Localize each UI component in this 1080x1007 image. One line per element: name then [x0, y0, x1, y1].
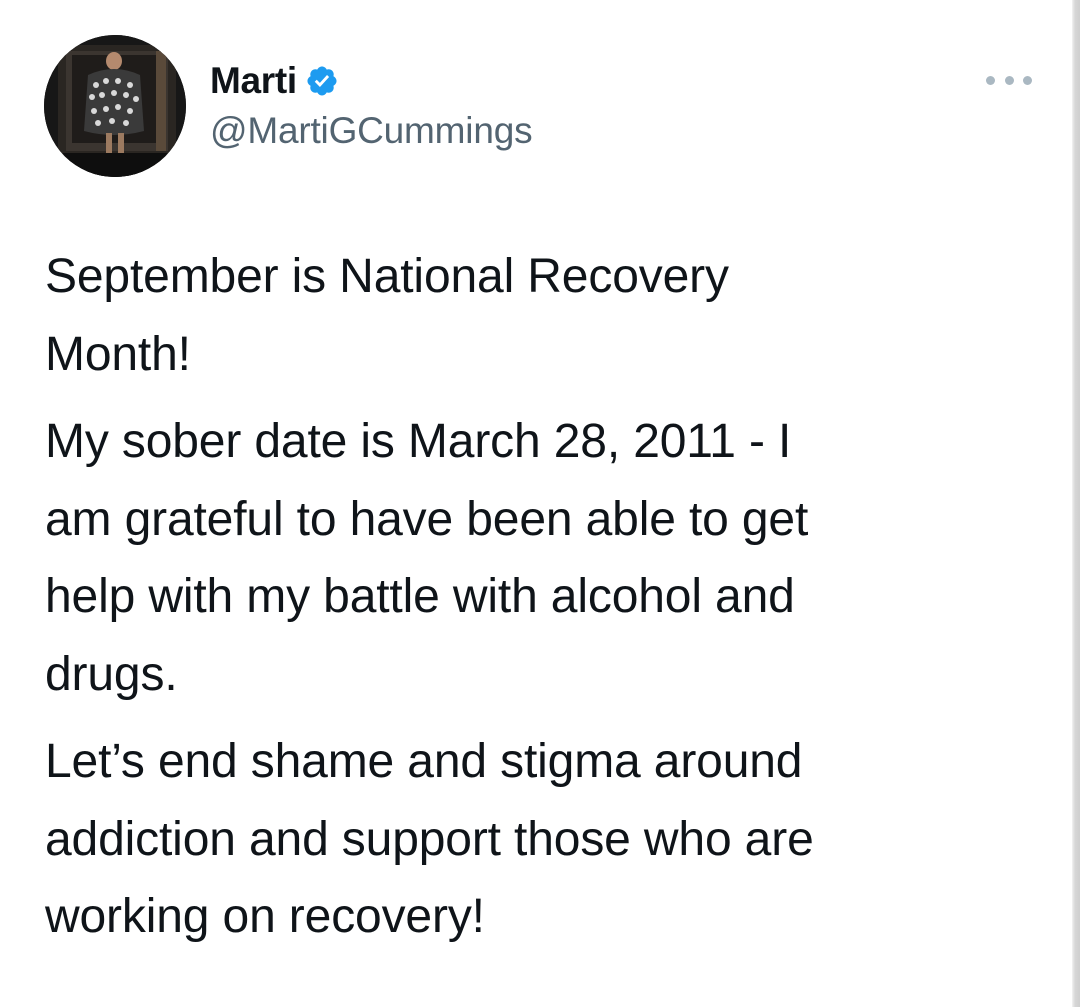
tweet-line: help with my battle with alcohol and [45, 570, 795, 623]
avatar-image [44, 35, 186, 177]
author-display-name[interactable]: Marti [210, 58, 297, 104]
tweet-text: September is National Recovery Month! My… [45, 238, 1025, 956]
tweet-paragraph: My sober date is March 28, 2011 - I am g… [45, 403, 1025, 713]
tweet-line: Month! [45, 327, 191, 381]
tweet-line: Let’s end shame and stigma around [45, 735, 803, 788]
tweet-paragraph: September is National Recovery Month! [45, 238, 1025, 393]
tweet-line: My sober date is March 28, 2011 - I [45, 415, 792, 468]
verified-badge-icon [305, 64, 339, 98]
author-handle[interactable]: @MartiGCummings [210, 108, 533, 154]
tweet-line: am grateful to have been able to get [45, 492, 809, 546]
more-options-icon[interactable] [986, 68, 1032, 92]
tweet-line: drugs. [45, 647, 178, 701]
tweet-paragraph: Let’s end shame and stigma around addict… [45, 723, 1025, 956]
avatar[interactable] [44, 35, 186, 177]
tweet-line: addiction and support those who are [45, 812, 814, 866]
dot-icon [1004, 75, 1014, 85]
tweet-line: working on recovery! [45, 890, 485, 943]
dot-icon [986, 75, 995, 85]
dot-icon [1023, 75, 1032, 85]
author-name-row[interactable]: Marti [210, 58, 339, 104]
scrollbar-edge [1072, 0, 1080, 1007]
tweet-line: September is National Recovery [45, 250, 729, 303]
